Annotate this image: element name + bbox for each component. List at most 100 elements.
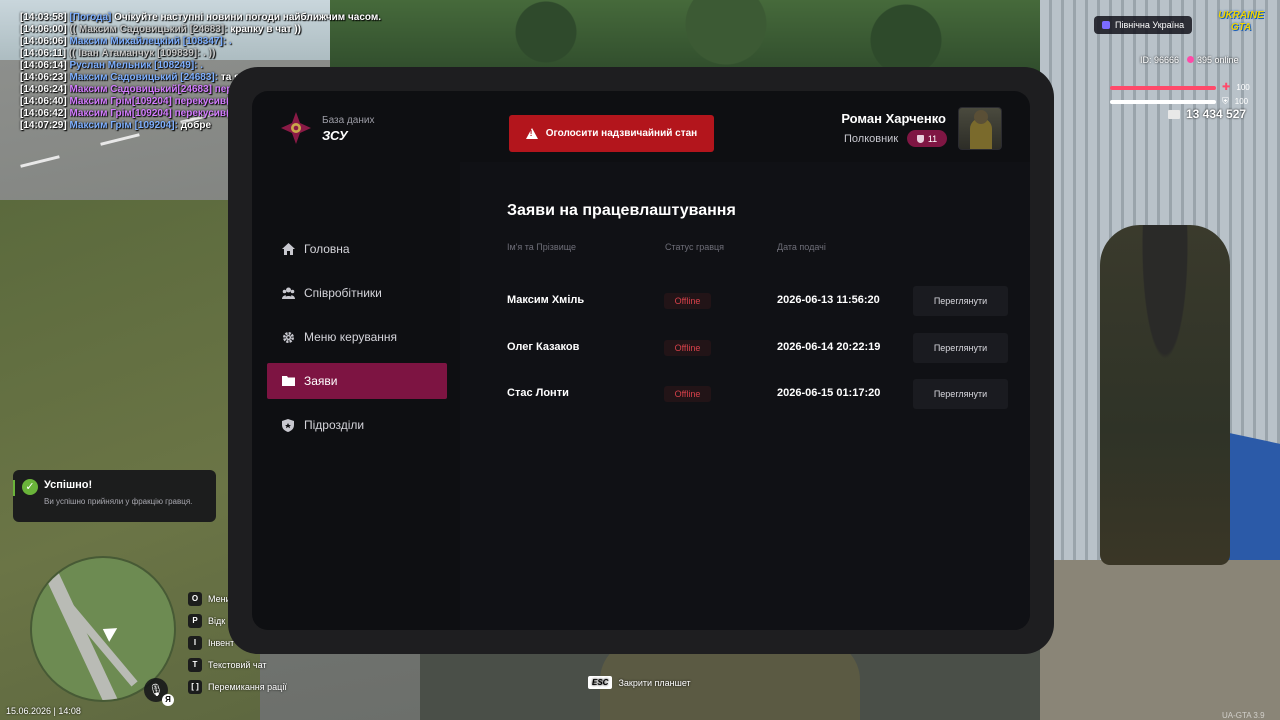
- chat-timestamp: [14:06:00]: [20, 24, 67, 35]
- keybind-label: Відк: [208, 616, 226, 626]
- success-toast: ✓ Успішно! Ви успішно прийняли у фракцію…: [13, 470, 216, 522]
- sidebar-item-home[interactable]: Головна: [267, 231, 447, 267]
- online-count: 395 online: [1187, 55, 1239, 65]
- chat-text: Максим Грім[109204] перекусив(ла): [69, 108, 245, 119]
- sidebar-item-employees[interactable]: Співробітники: [267, 275, 447, 311]
- chat-text: Максим Михайлецкіий [108347]: .: [69, 36, 232, 47]
- status-badge: Offline: [664, 293, 711, 309]
- keybind-row: T Текстовий чат: [188, 654, 287, 676]
- chat-timestamp: [14:06:11]: [20, 48, 67, 59]
- declare-emergency-label: Оголосити надзвичайний стан: [545, 128, 698, 139]
- sidebar-item-units[interactable]: Підрозділи: [267, 407, 447, 443]
- sidebar-item-control-menu[interactable]: Меню керування: [267, 319, 447, 355]
- avatar-head: [974, 110, 988, 124]
- applicant-name: Олег Казаков: [507, 340, 580, 353]
- applicant-name: Стас Лонти: [507, 387, 569, 399]
- warning-icon: [525, 128, 538, 139]
- shield-icon: [282, 419, 295, 432]
- sidebar-item-label: Меню керування: [304, 330, 398, 344]
- money-display: 13 434 527: [1168, 107, 1246, 121]
- online-icon: [1187, 56, 1195, 63]
- chat-text: добре: [180, 120, 212, 131]
- submission-date: 2026-06-15 01:17:20: [777, 387, 881, 399]
- chat-timestamp: [14:06:23]: [20, 72, 67, 83]
- player-id-line: ID: 96666 395 online: [1140, 55, 1239, 65]
- chat-text: Руслан Мельник [108249]: .: [69, 60, 204, 71]
- status-badge: Offline: [664, 339, 711, 356]
- user-name: Роман Харченко: [841, 111, 946, 126]
- sidebar-item-label: Заяви: [304, 374, 338, 388]
- rank-shield-icon: [916, 134, 924, 143]
- armor-shield-icon: ⛨: [1222, 96, 1229, 106]
- chat-timestamp: [14:06:42]: [20, 108, 67, 119]
- online-count-label: 395 online: [1197, 55, 1239, 65]
- keycap: T: [188, 658, 202, 672]
- section-title: Заяви на працевлаштування: [507, 202, 736, 219]
- applicant-name: Максим Хміль: [507, 294, 585, 306]
- health-bar-fill: [1110, 85, 1216, 90]
- chat-timestamp: [14:06:14]: [20, 60, 67, 71]
- chat-timestamp: [14:06:40]: [20, 96, 67, 107]
- chat-line: [14:06:00] (( Максим Садовицький [24683]…: [20, 24, 381, 36]
- logo-line-2: GTA: [1230, 22, 1252, 33]
- chat-text: (( Іван Атаманчук [109839]: . )): [68, 48, 216, 59]
- column-header-date: Дата подачі: [777, 242, 826, 252]
- user-rank: Полковник: [844, 133, 899, 145]
- chat-line: [14:03:58] [Погода] Очікуйте наступні но…: [20, 12, 381, 24]
- rank-badge: 11: [907, 130, 947, 147]
- region-badge: Північна Україна: [1094, 16, 1193, 34]
- chat-timestamp: [14:06:24]: [20, 84, 67, 95]
- table-row: Олег Казаков Offline 2026-06-14 20:22:19 Пе…: [507, 332, 1017, 363]
- keybind-label: Інвент: [208, 638, 235, 648]
- submission-date: 2026-06-13 11:56:20: [777, 294, 880, 306]
- chat-timestamp: [14:03:58]: [20, 12, 67, 23]
- health-value: 100: [1236, 83, 1250, 92]
- chat-text: (( Максим Садовицький [24683]:: [69, 24, 231, 35]
- sidebar-item-label: Співробітники: [304, 286, 382, 300]
- users-icon: [282, 287, 295, 299]
- keycap: I: [188, 636, 202, 650]
- view-application-button[interactable]: Переглянути: [913, 379, 1008, 409]
- heart-icon: ✚: [1222, 82, 1231, 93]
- road-marking: [20, 155, 60, 168]
- soldier-character: [1100, 225, 1230, 565]
- keycap: P: [188, 614, 202, 628]
- language-badge: Я: [162, 694, 174, 706]
- keybind-row: [ ] Перемикання рації: [188, 676, 287, 698]
- table-row: Максим Хміль Offline 2026-06-13 11:56:20 Пе…: [507, 286, 1017, 316]
- armor-row: ⛨ 100: [1110, 96, 1270, 107]
- chat-text: [Погода]: [69, 12, 112, 23]
- declare-emergency-button[interactable]: Оголосити надзвичайний стан: [509, 115, 714, 152]
- chat-text: крапку в чат )): [230, 24, 302, 35]
- toast-title: Успішно!: [44, 479, 93, 491]
- keybind-label: Перемикання рації: [208, 682, 287, 692]
- chat-text: Максим Садовицький [24683]:: [69, 72, 221, 83]
- armor-bar-fill: [1110, 99, 1216, 104]
- toast-accent: [13, 480, 15, 496]
- army-emblem-icon: [281, 112, 311, 144]
- gear-icon: [282, 331, 295, 343]
- armor-bar: [1110, 99, 1216, 104]
- tablet-frame: База даних ЗСУ Оголосити надзвичайний ст…: [228, 67, 1054, 654]
- health-row: ✚ 100: [1110, 82, 1270, 93]
- road-marking: [100, 133, 140, 146]
- close-tablet-label: Закрити планшет: [618, 677, 691, 688]
- tablet-screen: База даних ЗСУ Оголосити надзвичайний ст…: [252, 91, 1030, 630]
- column-header-status: Статус гравця: [665, 242, 725, 252]
- chat-line: [14:06:11] (( Іван Атаманчук [109839]: .…: [20, 48, 381, 60]
- ground: [1040, 560, 1280, 720]
- avatar: [958, 107, 1002, 150]
- chat-text: Очікуйте наступні новини погоди найближч…: [111, 12, 382, 23]
- check-icon: ✓: [22, 479, 38, 495]
- sidebar-item-applications[interactable]: Заяви: [267, 363, 447, 399]
- brand-subtitle: База даних: [322, 115, 375, 126]
- chat-text: Максим Грім [109204]:: [69, 120, 181, 131]
- toast-message: Ви успішно прийняли у фракцію гравця.: [44, 497, 193, 506]
- view-application-button[interactable]: Переглянути: [913, 332, 1008, 363]
- keycap: O: [188, 592, 202, 606]
- game-version: UA-GTA 3.9: [1222, 711, 1265, 720]
- region-label: Північна Україна: [1115, 20, 1185, 30]
- view-application-button[interactable]: Переглянути: [913, 286, 1008, 316]
- sidebar-item-label: Головна: [304, 242, 350, 256]
- player-id: ID: 96666: [1140, 55, 1180, 65]
